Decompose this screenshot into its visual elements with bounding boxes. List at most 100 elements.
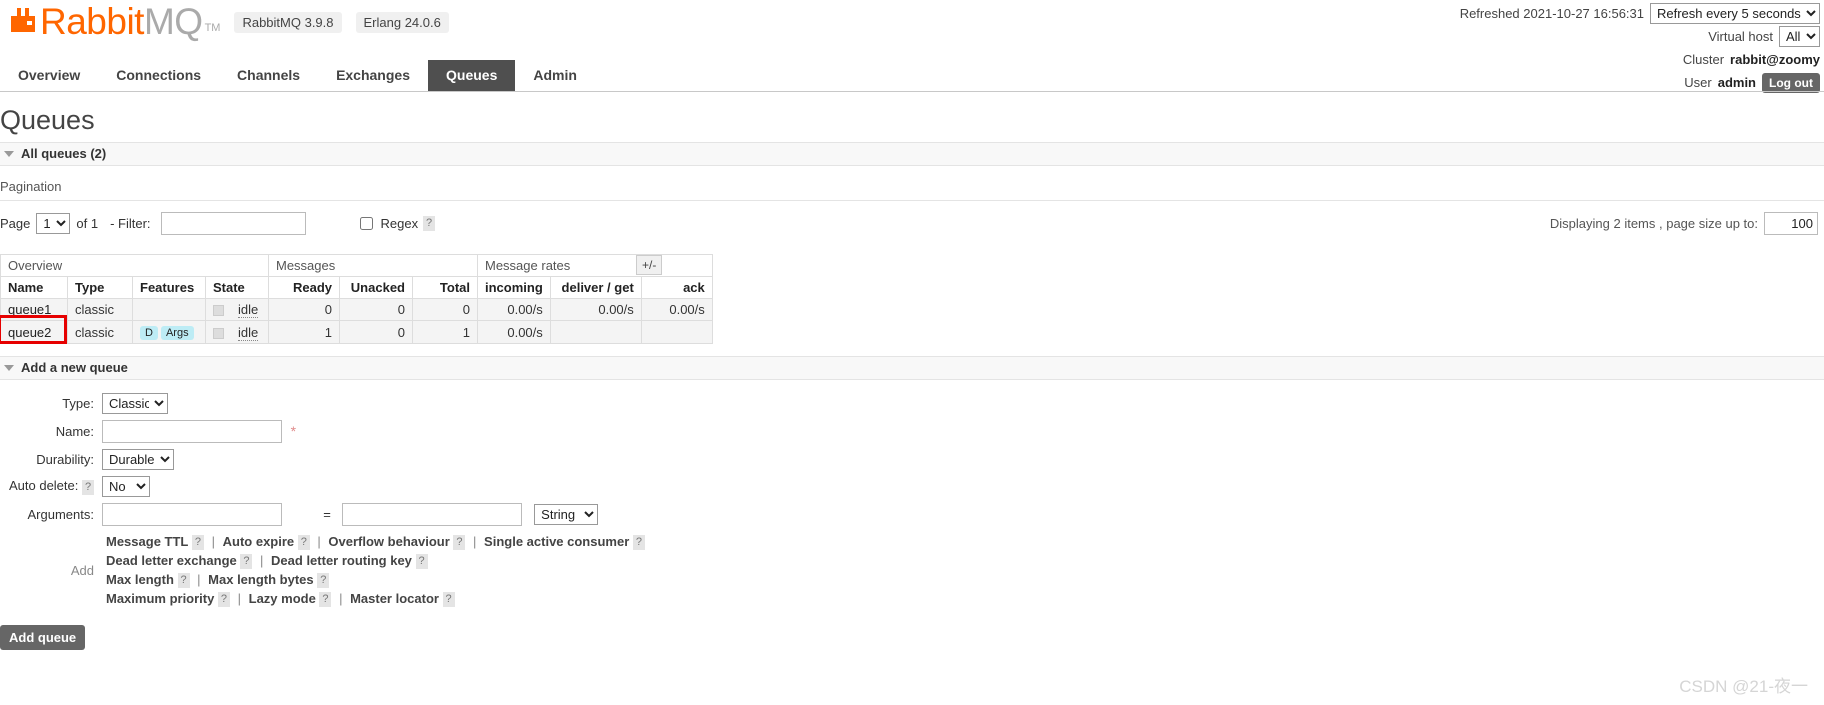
form-row-autodelete: Auto delete: ? No (4, 473, 649, 500)
name-label: Name: (55, 424, 94, 439)
col-total[interactable]: Total (412, 276, 478, 299)
preset-auto-expire[interactable]: Auto expire (223, 534, 295, 549)
nav-item-admin[interactable]: Admin (515, 60, 595, 91)
state-text: idle (238, 324, 259, 341)
col-state[interactable]: State (205, 276, 269, 299)
durability-field-cell: Durable (98, 446, 649, 473)
col-features[interactable]: Features (132, 276, 206, 299)
preset-single-active-consumer-help-icon[interactable]: ? (632, 535, 645, 551)
col-deliver-get[interactable]: deliver / get (549, 276, 642, 299)
pagination-controls: Page 1 of 1 - Filter: Regex ? Displaying… (0, 206, 1824, 240)
feature-tag-args[interactable]: Args (160, 326, 194, 340)
autodelete-field-cell: No (98, 473, 649, 500)
logo-trademark: TM (204, 22, 221, 34)
filter-label: - Filter: (110, 215, 151, 231)
autodelete-label-cell: Auto delete: ? (4, 473, 98, 500)
preset-lazy-mode[interactable]: Lazy mode (249, 591, 316, 606)
durability-select[interactable]: Durable (102, 449, 174, 470)
preset-separator: | (260, 553, 264, 568)
form-row-type: Type: Classic (4, 390, 649, 417)
queue-name-input[interactable] (102, 420, 282, 443)
preset-row-3: Max length ? | Max length bytes ? (106, 570, 645, 589)
queues-table-wrapper: Overview Messages Message rates Name Typ… (0, 254, 1824, 344)
group-header-overview: Overview (0, 254, 269, 277)
rabbitmq-management-page: Rabbit MQ TM RabbitMQ 3.9.8 Erlang 24.0.… (0, 0, 1824, 705)
preset-max-length-bytes-help-icon[interactable]: ? (317, 573, 330, 589)
autodelete-select[interactable]: No (102, 476, 150, 497)
col-ack[interactable]: ack (640, 276, 713, 299)
argument-key-cell (98, 500, 319, 529)
col-type[interactable]: Type (67, 276, 133, 299)
toggle-columns-button[interactable]: +/- (636, 255, 663, 275)
preset-master-locator-help-icon[interactable]: ? (442, 592, 455, 608)
queues-table: Overview Messages Message rates Name Typ… (0, 254, 713, 344)
preset-maximum-priority-help-icon[interactable]: ? (217, 592, 230, 608)
preset-overflow-behaviour-help-icon[interactable]: ? (453, 535, 466, 551)
col-incoming[interactable]: incoming (477, 276, 551, 299)
col-name[interactable]: Name (0, 276, 68, 299)
preset-lazy-mode-help-icon[interactable]: ? (319, 592, 332, 608)
cell-deliver-get (549, 320, 642, 344)
nav-item-queues[interactable]: Queues (428, 60, 516, 91)
page-select[interactable]: 1 (36, 212, 71, 234)
nav-item-overview[interactable]: Overview (0, 60, 98, 91)
group-header-message-rates: Message rates (477, 254, 713, 277)
chevron-down-icon (4, 364, 14, 371)
rabbitmq-logo-icon (8, 5, 38, 35)
vhost-select[interactable]: All (1779, 26, 1820, 47)
preset-master-locator[interactable]: Master locator (350, 591, 439, 606)
cell-total: 0 (412, 298, 478, 321)
vhost-label: Virtual host (1708, 29, 1773, 44)
form-row-name: Name: * (4, 417, 649, 446)
queue-type-select[interactable]: Classic (102, 393, 168, 414)
filter-input[interactable] (160, 211, 306, 235)
nav-item-connections[interactable]: Connections (98, 60, 219, 91)
regex-checkbox[interactable] (359, 216, 373, 230)
cell-queue-name[interactable]: queue2 (0, 320, 68, 344)
table-row[interactable]: queue2 classic D Args idle 1 0 1 0.00/s (0, 320, 713, 344)
cell-queue-name[interactable]: queue1 (0, 298, 68, 321)
queues-table-body: queue1 classic idle 0 0 0 0.00/s 0.00/s … (0, 298, 713, 344)
regex-label: Regex (380, 215, 419, 231)
brand-logo[interactable]: Rabbit MQ TM RabbitMQ 3.9.8 Erlang 24.0.… (8, 3, 449, 40)
page-size-input[interactable] (1764, 212, 1818, 235)
preset-dead-letter-routing-key[interactable]: Dead letter routing key (271, 553, 412, 568)
preset-overflow-behaviour[interactable]: Overflow behaviour (328, 534, 449, 549)
erlang-version-badge: Erlang 24.0.6 (355, 12, 449, 33)
state-text: idle (238, 302, 259, 318)
preset-maximum-priority[interactable]: Maximum priority (106, 591, 214, 606)
preset-dead-letter-routing-key-help-icon[interactable]: ? (415, 554, 428, 570)
pagination-heading: Pagination (0, 179, 1824, 201)
name-field-cell: * (98, 417, 649, 446)
add-queue-button[interactable]: Add queue (0, 625, 86, 650)
all-queues-section-header[interactable]: All queues (2) (0, 142, 1824, 166)
preset-dead-letter-exchange-help-icon[interactable]: ? (240, 554, 253, 570)
argument-type-select[interactable]: String (534, 504, 599, 525)
col-unacked[interactable]: Unacked (339, 276, 413, 299)
preset-message-ttl-help-icon[interactable]: ? (191, 535, 204, 551)
nav-item-exchanges[interactable]: Exchanges (318, 60, 428, 91)
autodelete-help-icon[interactable]: ? (82, 479, 94, 495)
type-label: Type: (62, 396, 94, 411)
preset-auto-expire-help-icon[interactable]: ? (297, 535, 310, 551)
page-label: Page (0, 215, 31, 231)
preset-max-length[interactable]: Max length (106, 572, 174, 587)
preset-separator: | (197, 572, 201, 587)
preset-max-length-help-icon[interactable]: ? (177, 573, 190, 589)
nav-item-channels[interactable]: Channels (219, 60, 318, 91)
argument-key-input[interactable] (102, 503, 282, 526)
table-group-header-row: Overview Messages Message rates (0, 254, 713, 277)
preset-message-ttl[interactable]: Message TTL (106, 534, 188, 549)
preset-max-length-bytes[interactable]: Max length bytes (208, 572, 313, 587)
add-queue-section-header[interactable]: Add a new queue (0, 356, 1824, 380)
feature-tag-durable[interactable]: D (140, 326, 158, 340)
page-title: Queues (0, 105, 95, 135)
refresh-interval-select[interactable]: Refresh every 5 seconds (1650, 3, 1820, 24)
add-argument-label[interactable]: Add (4, 529, 98, 611)
preset-dead-letter-exchange[interactable]: Dead letter exchange (106, 553, 237, 568)
argument-value-input[interactable] (341, 503, 522, 526)
table-row[interactable]: queue1 classic idle 0 0 0 0.00/s 0.00/s … (0, 298, 713, 321)
col-ready[interactable]: Ready (268, 276, 340, 299)
preset-single-active-consumer[interactable]: Single active consumer (484, 534, 629, 549)
regex-help-icon[interactable]: ? (423, 215, 436, 231)
